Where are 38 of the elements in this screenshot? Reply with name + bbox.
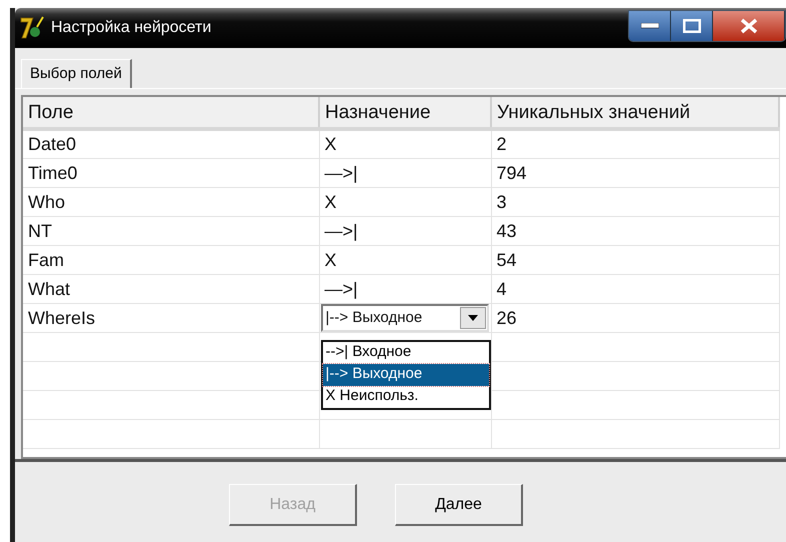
table-cell: Date0	[23, 129, 319, 158]
table-cell: 2	[491, 129, 779, 158]
table-cell: WhereIs	[23, 303, 319, 332]
table-cell: 26	[491, 303, 779, 332]
app-logo-icon	[19, 15, 45, 41]
table-cell: 3	[491, 187, 779, 216]
table-cell: 43	[491, 216, 779, 245]
maximize-icon	[682, 19, 700, 33]
table-cell: 54	[491, 245, 779, 274]
dropdown-option[interactable]: |--> Выходное	[322, 364, 488, 386]
table-cell: Time0	[23, 158, 319, 187]
close-icon	[740, 18, 758, 34]
table-cell: 4	[491, 274, 779, 303]
column-header[interactable]: Поле	[23, 97, 319, 129]
dropdown-option[interactable]: -->| Входное	[322, 342, 488, 364]
table-cell: 794	[491, 158, 779, 187]
minimize-icon	[640, 23, 658, 29]
table-cell: X	[319, 245, 491, 274]
table-cell: X	[319, 129, 491, 158]
column-header[interactable]: Назначение	[319, 97, 491, 129]
column-header[interactable]: Уникальных значений	[491, 97, 779, 129]
table-cell: X	[319, 187, 491, 216]
table-cell: NT	[23, 216, 319, 245]
window-title: Настройка нейросети	[51, 18, 212, 38]
table-cell: Fam	[23, 245, 319, 274]
table-cell: —>|	[319, 158, 491, 187]
table-cell: —>|	[319, 274, 491, 303]
dropdown-option[interactable]: X Неиспольз.	[322, 386, 488, 408]
caret-icon	[468, 314, 478, 320]
wizard-button[interactable]: Далее	[395, 484, 523, 526]
close-button[interactable]	[713, 11, 785, 41]
dropdown-arrow-button[interactable]	[460, 306, 486, 328]
table-cell: —>|	[319, 216, 491, 245]
table-cell: What	[23, 274, 319, 303]
maximize-button[interactable]	[671, 11, 713, 41]
table-cell: Who	[23, 187, 319, 216]
minimize-button[interactable]	[629, 11, 671, 41]
tab[interactable]: Выбор полей	[21, 59, 132, 89]
